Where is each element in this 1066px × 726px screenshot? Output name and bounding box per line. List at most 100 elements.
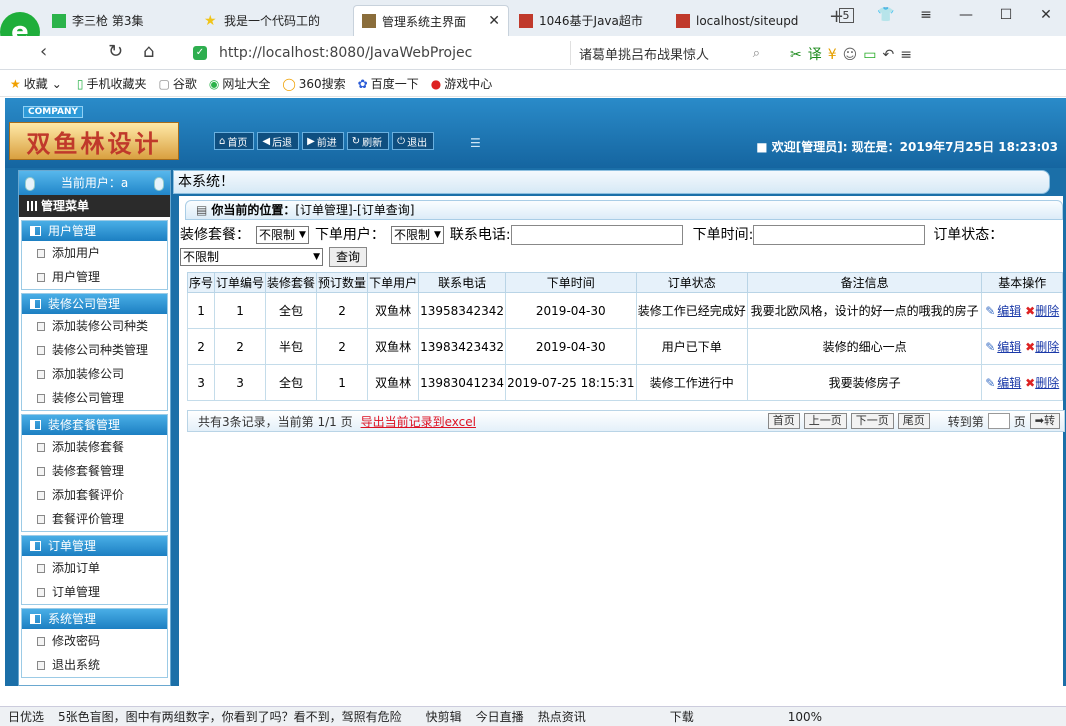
maximize-icon[interactable]: ☐: [986, 7, 1026, 23]
forward-button[interactable]: ▶ 前进: [302, 132, 344, 150]
bookmark-favorites[interactable]: ★ 收藏 ⌄: [10, 75, 65, 92]
browser-search-box[interactable]: 诸葛单挑吕布战果惊人 ⌕: [570, 41, 760, 65]
menu-item-add-user[interactable]: 添加用户: [22, 241, 167, 265]
menu-item-company-manage[interactable]: 装修公司管理: [22, 386, 167, 410]
phone-input[interactable]: [510, 225, 683, 245]
edit-link[interactable]: 编辑: [997, 340, 1021, 354]
panel-icon: [30, 614, 41, 624]
bookmark-baidu[interactable]: ✿ 百度一下: [358, 75, 419, 92]
menu-item-add-review[interactable]: 添加套餐评价: [22, 483, 167, 507]
status-item[interactable]: 今日直播: [476, 708, 524, 725]
menu-item-order-manage[interactable]: 订单管理: [22, 580, 167, 604]
home-icon: ⌂: [219, 135, 226, 147]
page-icon: [362, 14, 376, 28]
edit-link[interactable]: 编辑: [997, 376, 1021, 390]
coin-icon[interactable]: ¥: [828, 47, 843, 63]
menu-item-change-password[interactable]: 修改密码: [22, 629, 167, 653]
menu-item-review-manage[interactable]: 套餐评价管理: [22, 507, 167, 531]
search-icon[interactable]: ⌕: [753, 46, 760, 61]
delete-link[interactable]: 删除: [1035, 304, 1059, 318]
main-menu-header: 管理菜单: [19, 195, 170, 217]
status-item[interactable]: 热点资讯: [538, 708, 586, 725]
first-page-button[interactable]: 首页: [767, 413, 800, 429]
menu-item-company-type-manage[interactable]: 装修公司种类管理: [22, 338, 167, 362]
company-label: COMPANY: [23, 106, 83, 118]
status-item[interactable]: 下载: [670, 708, 694, 725]
reload-icon[interactable]: ↻: [108, 41, 123, 62]
tab-3-active[interactable]: 管理系统主界面 ✕: [353, 5, 509, 36]
url-text[interactable]: http://localhost:8080/JavaWebProjec: [219, 45, 472, 61]
page-number-input[interactable]: [987, 413, 1010, 429]
tab-4[interactable]: 1046基于Java超市: [511, 5, 666, 36]
menu-item-user-manage[interactable]: 用户管理: [22, 265, 167, 289]
bookmark-mobile[interactable]: ▯ 手机收藏夹: [77, 75, 147, 92]
tab-5[interactable]: localhost/siteupd: [668, 5, 823, 36]
menu-group-header[interactable]: 订单管理: [22, 536, 167, 556]
user-select[interactable]: 不限制 ▼: [390, 226, 444, 244]
status-item[interactable]: 日优选: [8, 708, 44, 725]
tab-1[interactable]: 李三枪 第3集: [44, 5, 194, 36]
edit-link[interactable]: 编辑: [997, 304, 1021, 318]
menu-item-add-company[interactable]: 添加装修公司: [22, 362, 167, 386]
logout-button[interactable]: ⏻ 退出: [392, 132, 435, 150]
document-icon: [37, 564, 45, 573]
close-tab-icon[interactable]: ✕: [488, 13, 500, 29]
skin-icon[interactable]: 👕: [866, 7, 906, 23]
menu-icon[interactable]: ≡: [906, 7, 946, 23]
scissors-icon[interactable]: ✂: [790, 47, 808, 63]
bookmark-nav[interactable]: ◉ 网址大全: [209, 75, 271, 92]
menu-item-add-package[interactable]: 添加装修套餐: [22, 435, 167, 459]
undo-icon[interactable]: ↶: [883, 47, 901, 63]
refresh-button[interactable]: ↻ 刷新: [346, 132, 390, 150]
cell-user: 双鱼林: [367, 364, 420, 401]
back-button[interactable]: ◀ 后退: [257, 132, 300, 150]
export-excel-link[interactable]: 导出当前记录到excel: [361, 413, 476, 430]
battery-icon[interactable]: ▭: [863, 47, 882, 63]
menu-item-add-company-type[interactable]: 添加装修公司种类: [22, 314, 167, 338]
star-icon: ★: [10, 76, 21, 91]
menu-group-header[interactable]: 用户管理: [22, 221, 167, 241]
delete-link[interactable]: 删除: [1035, 376, 1059, 390]
last-page-button[interactable]: 尾页: [897, 413, 930, 429]
menu-item-add-order[interactable]: 添加订单: [22, 556, 167, 580]
prev-page-button[interactable]: 上一页: [803, 413, 847, 429]
status-news[interactable]: 5张色盲图，图中有两组数字，你看到了吗？看不到，驾照有危险: [58, 708, 402, 725]
menu-icon[interactable]: ☰: [470, 136, 481, 150]
delete-link[interactable]: 删除: [1035, 340, 1059, 354]
status-item[interactable]: 快剪辑: [426, 708, 462, 725]
menu-item-logout[interactable]: 退出系统: [22, 653, 167, 677]
address-bar[interactable]: ✓ http://localhost:8080/JavaWebProjec: [193, 41, 555, 65]
more-icon[interactable]: ≡: [900, 47, 918, 63]
column-header: 联系电话: [418, 272, 507, 293]
tab-2[interactable]: ★ 我是一个代码工的: [196, 5, 351, 36]
back-icon[interactable]: ‹: [40, 41, 47, 62]
cell-status: 装修工作进行中: [635, 364, 748, 401]
menu-group-header[interactable]: 装修公司管理: [22, 294, 167, 314]
query-button[interactable]: 查询: [329, 247, 368, 267]
bookmark-games[interactable]: ● 游戏中心: [431, 75, 493, 92]
menu-group-header[interactable]: 装修套餐管理: [22, 415, 167, 435]
next-page-button[interactable]: 下一页: [850, 413, 894, 429]
star-icon: ★: [204, 12, 217, 29]
translate-icon[interactable]: 译: [808, 47, 828, 63]
pin-icon: [154, 177, 164, 191]
tab-count-badge[interactable]: 5: [826, 7, 866, 23]
video-icon: [52, 13, 66, 28]
emoji-icon[interactable]: ☺: [843, 47, 864, 63]
home-button[interactable]: ⌂ 首页: [214, 132, 255, 150]
bookmark-google[interactable]: ▢ 谷歌: [158, 75, 196, 92]
cell-index: 3: [186, 364, 216, 401]
home-icon[interactable]: ⌂: [143, 41, 154, 62]
zoom-level[interactable]: 100%: [788, 710, 822, 724]
menu-group-header[interactable]: 系统管理: [22, 609, 167, 629]
package-select[interactable]: 不限制 ▼: [256, 226, 309, 244]
cell-time: 2019-04-30: [505, 292, 637, 329]
status-select[interactable]: 不限制 ▼: [180, 248, 323, 266]
close-window-icon[interactable]: ✕: [1026, 7, 1066, 23]
cell-index: 2: [186, 328, 216, 365]
menu-item-package-manage[interactable]: 装修套餐管理: [22, 459, 167, 483]
minimize-icon[interactable]: —: [946, 7, 986, 23]
go-button[interactable]: ➡转: [1029, 413, 1060, 429]
bookmark-360[interactable]: ◯ 360搜索: [282, 75, 345, 92]
order-time-input[interactable]: [753, 225, 926, 245]
